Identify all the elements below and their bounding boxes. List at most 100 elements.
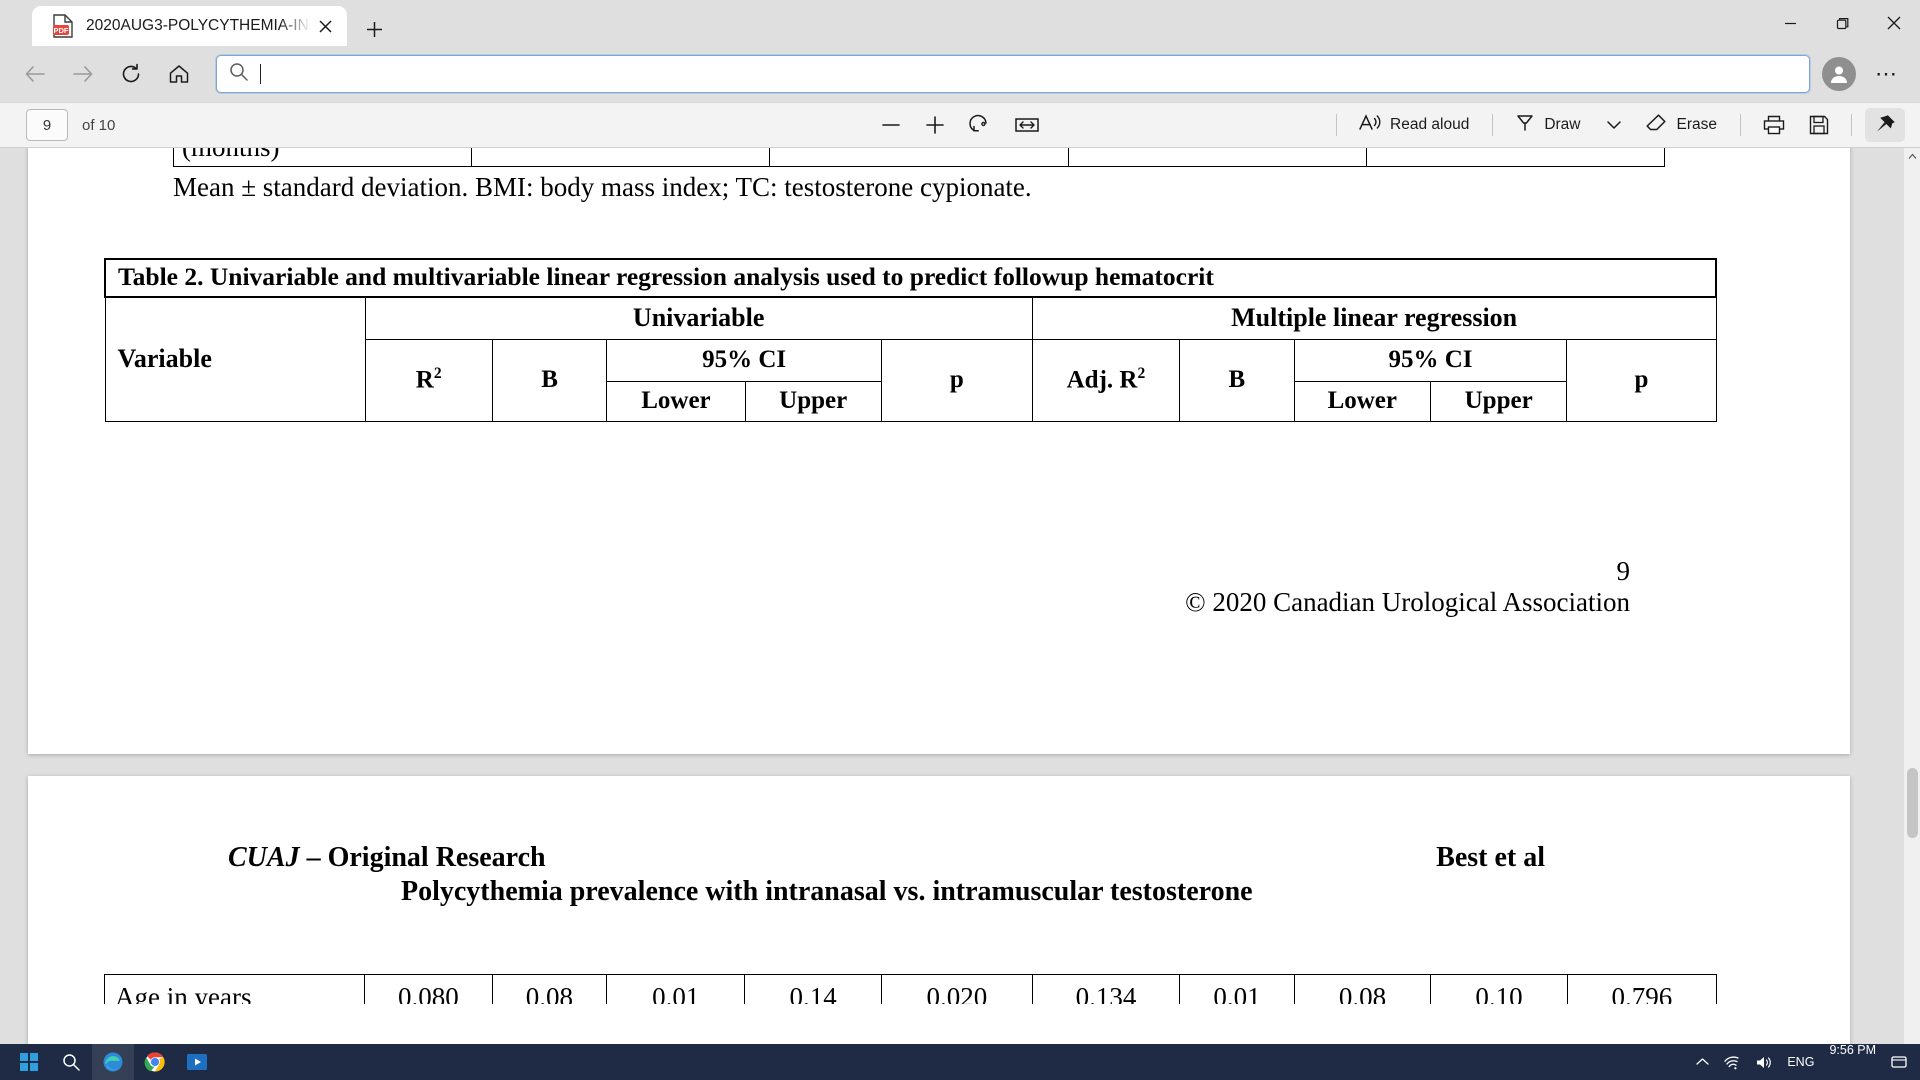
table1-cell <box>1067 148 1367 167</box>
table3-partial: Age in years 0.080 0.08 0.01 0.14 0.020 … <box>104 974 1717 1004</box>
pdf-page-9: (months) Mean ± standard deviation. BMI:… <box>28 148 1850 754</box>
pin-toolbar-icon[interactable] <box>1865 108 1905 142</box>
table3-cell: 0.10 <box>1430 974 1568 1004</box>
address-bar[interactable] <box>216 55 1810 93</box>
window-controls <box>1764 0 1920 46</box>
pdf-file-icon: PDF <box>52 14 74 38</box>
copyright-notice: © 2020 Canadian Urological Association <box>1185 587 1630 617</box>
search-icon <box>229 62 248 86</box>
table2: Table 2. Univariable and multivariable l… <box>104 258 1717 422</box>
zoom-in-button[interactable] <box>916 108 954 142</box>
tab-strip: PDF 2020AUG3-POLYCYTHEMIA-IN-V <box>0 0 1920 46</box>
back-button[interactable] <box>14 53 56 95</box>
network-wifi-icon[interactable] <box>1716 1044 1748 1080</box>
taskbar-item-microsoft-edge[interactable] <box>92 1044 134 1080</box>
pdf-zoom-controls <box>869 108 1051 142</box>
table2-col-ci-lower-uni: Lower <box>606 380 746 422</box>
table2-col-ci-lower-multi: Lower <box>1293 380 1431 422</box>
table1-cell <box>769 148 1069 167</box>
refresh-button[interactable] <box>110 53 152 95</box>
svg-text:PDF: PDF <box>54 26 69 35</box>
table2-col-ci-upper-uni: Upper <box>744 380 882 422</box>
taskbar-item-media-player[interactable] <box>176 1044 218 1080</box>
close-tab-icon[interactable] <box>311 12 339 40</box>
table2-header-row-1: Variable Univariable Multiple linear reg… <box>104 296 1717 422</box>
table1-cell <box>1365 148 1666 167</box>
toolbar-divider <box>1336 114 1338 136</box>
close-window-button[interactable] <box>1868 0 1920 46</box>
taskbar-item-google-chrome[interactable] <box>134 1044 176 1080</box>
running-head-authors: Best et al <box>1436 842 1545 873</box>
table1-footnote: Mean ± standard deviation. BMI: body mas… <box>173 172 1032 202</box>
table-row: Age in years 0.080 0.08 0.01 0.14 0.020 … <box>104 974 1717 1004</box>
draw-pen-icon <box>1514 112 1536 139</box>
table2-col-ci-uni: 95% CI <box>606 338 882 382</box>
language-indicator[interactable]: ENG <box>1780 1044 1821 1080</box>
read-aloud-icon <box>1358 112 1382 139</box>
navigation-bar: ⋯ <box>0 46 1920 102</box>
taskbar-apps <box>0 1044 218 1080</box>
minimize-button[interactable] <box>1764 0 1816 46</box>
journal-name: CUAJ <box>228 842 300 873</box>
table3-cell: 0.08 <box>491 974 608 1004</box>
toolbar-divider <box>1492 114 1494 136</box>
erase-button[interactable]: Erase <box>1637 108 1728 142</box>
table3-cell: 0.020 <box>880 974 1033 1004</box>
chevron-down-icon[interactable] <box>1597 108 1631 142</box>
clock[interactable]: 9:56 PM <box>1821 1043 1884 1080</box>
scrollbar-thumb[interactable] <box>1907 768 1918 838</box>
new-tab-button[interactable] <box>355 12 393 46</box>
table3-cell: 0.08 <box>1293 974 1432 1004</box>
table-row: (months) <box>172 148 1666 167</box>
table3-cell: 0.796 <box>1566 974 1717 1004</box>
erase-label: Erase <box>1676 116 1718 133</box>
pdf-tools: Read aloud Draw Erase <box>1326 108 1908 142</box>
table2-col-adj-r2: Adj. R2 <box>1031 338 1181 422</box>
tray-chevron-up-icon[interactable] <box>1689 1044 1716 1080</box>
page-total-label: of 10 <box>82 116 116 134</box>
table1-remnant: (months) <box>172 148 1666 167</box>
vertical-scrollbar[interactable] <box>1904 148 1920 1044</box>
table2-col-b-multi: B <box>1179 338 1295 422</box>
browser-menu-button[interactable]: ⋯ <box>1866 54 1906 94</box>
page-footer-number: 9 <box>1616 556 1631 586</box>
home-button[interactable] <box>158 53 200 95</box>
taskbar-search-icon[interactable] <box>50 1044 92 1080</box>
table3-row-label: Age in years <box>104 974 366 1004</box>
maximize-button[interactable] <box>1816 0 1868 46</box>
system-tray: ENG 9:56 PM <box>1689 1043 1920 1080</box>
save-icon[interactable] <box>1800 108 1838 142</box>
pdf-toolbar: 9 of 10 Read aloud Draw Erase <box>0 102 1920 148</box>
eraser-icon <box>1645 112 1669 139</box>
forward-button[interactable] <box>62 53 104 95</box>
notifications-icon[interactable] <box>1884 1044 1914 1080</box>
table2-group-multiple-regression: Multiple linear regression <box>1031 296 1717 340</box>
profile-avatar[interactable] <box>1822 57 1856 91</box>
volume-icon[interactable] <box>1748 1044 1780 1080</box>
pdf-viewer[interactable]: (months) Mean ± standard deviation. BMI:… <box>0 148 1920 1044</box>
fit-to-width-icon[interactable] <box>1006 108 1048 142</box>
zoom-out-button[interactable] <box>872 108 910 142</box>
scroll-up-icon[interactable] <box>1904 148 1920 164</box>
tab-title: 2020AUG3-POLYCYTHEMIA-IN-V <box>86 17 311 34</box>
table2-col-ci-upper-multi: Upper <box>1429 380 1568 422</box>
text-cursor <box>260 64 261 84</box>
read-aloud-button[interactable]: Read aloud <box>1350 108 1479 142</box>
draw-label: Draw <box>1544 116 1581 133</box>
taskbar: ENG 9:56 PM <box>0 1043 1920 1080</box>
start-button[interactable] <box>8 1044 50 1080</box>
browser-tab[interactable]: PDF 2020AUG3-POLYCYTHEMIA-IN-V <box>32 6 347 46</box>
table2-col-b-uni: B <box>491 338 608 422</box>
draw-button[interactable]: Draw <box>1506 108 1590 142</box>
table2-caption-row: Table 2. Univariable and multivariable l… <box>104 258 1717 298</box>
section-name: – Original Research <box>299 842 546 873</box>
read-aloud-label: Read aloud <box>1390 116 1470 133</box>
page-number-input[interactable]: 9 <box>26 109 68 141</box>
running-head-left: CUAJ – Original Research <box>228 842 546 874</box>
table1-cell <box>471 148 771 167</box>
print-icon[interactable] <box>1754 108 1794 142</box>
rotate-icon[interactable] <box>960 108 1000 142</box>
table3-cell: 0.14 <box>744 974 882 1004</box>
table3-cell: 0.134 <box>1031 974 1181 1004</box>
table2-group-univariable: Univariable <box>364 296 1033 340</box>
